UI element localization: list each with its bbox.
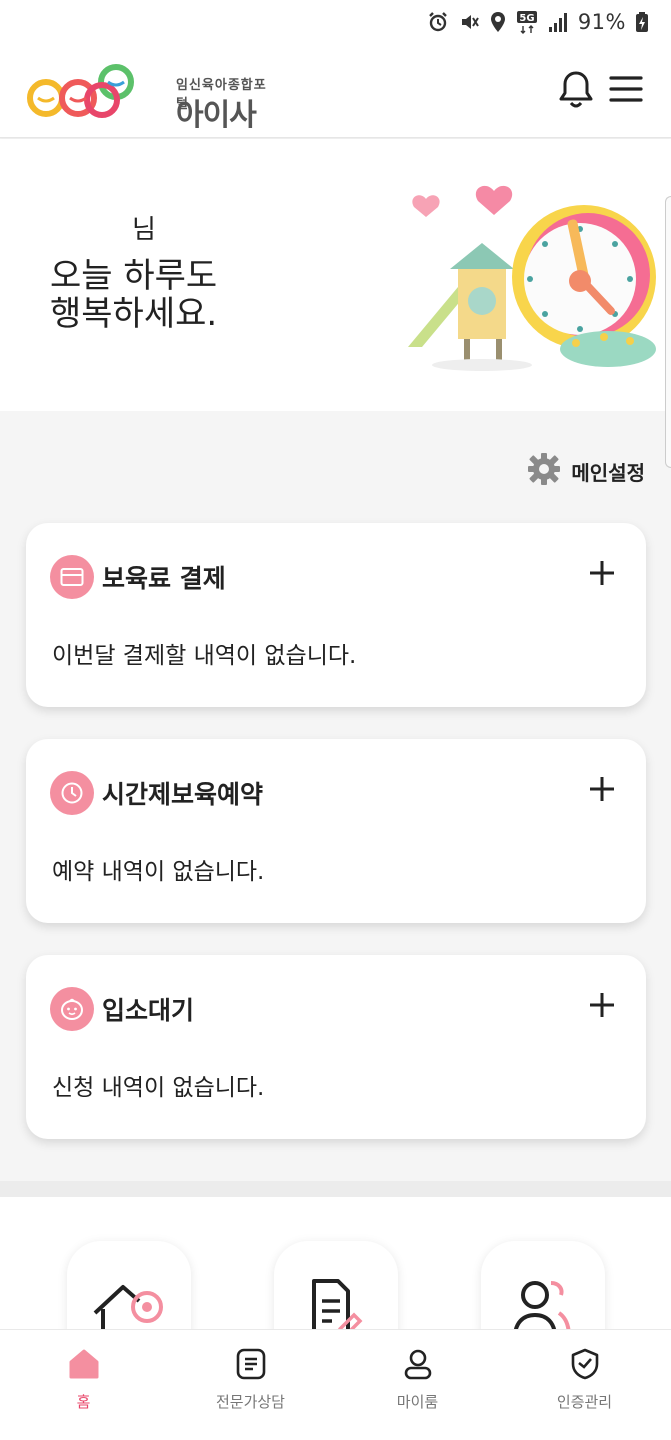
settings-label: 메인설정 xyxy=(571,460,645,485)
card-icon xyxy=(50,555,94,599)
battery-charging-icon xyxy=(635,11,649,33)
hamburger-menu-icon[interactable] xyxy=(608,74,644,104)
user-name-suffix: 님 xyxy=(132,215,156,245)
clock-icon xyxy=(50,771,94,815)
document-edit-icon xyxy=(312,1279,363,1330)
location-icon xyxy=(489,11,507,33)
people-icon xyxy=(513,1281,571,1330)
nav-my-room[interactable]: 마이룸 xyxy=(334,1330,501,1440)
card-title: 입소대기 xyxy=(102,996,195,1025)
hero-banner: 님 오늘 하루도 행복하세요. xyxy=(0,139,671,411)
alarm-icon xyxy=(427,11,449,33)
nav-certification[interactable]: 인증관리 xyxy=(501,1330,668,1440)
house-location-icon xyxy=(93,1285,163,1330)
vibrate-off-icon xyxy=(458,11,480,33)
network-5g-icon: 5G xyxy=(516,10,538,34)
home-icon xyxy=(69,1349,98,1379)
person-icon xyxy=(404,1349,431,1380)
plus-icon[interactable] xyxy=(588,991,616,1019)
quick-tile-facility-search[interactable] xyxy=(67,1241,191,1330)
status-icons: 5G 91% xyxy=(427,10,649,34)
nav-label: 홈 xyxy=(76,1393,91,1411)
card-empty-text: 예약 내역이 없습니다. xyxy=(52,859,265,885)
nav-label: 인증관리 xyxy=(556,1393,613,1411)
signal-icon xyxy=(547,11,569,33)
quick-menu-tiles xyxy=(0,1197,671,1330)
battery-percent: 91% xyxy=(577,10,626,34)
gear-icon xyxy=(527,452,561,490)
nav-expert-consult[interactable]: 전문가상담 xyxy=(167,1330,334,1440)
nav-home[interactable]: 홈 xyxy=(0,1330,167,1440)
plus-icon[interactable] xyxy=(588,775,616,803)
playground-clock-illustration xyxy=(408,185,656,371)
quick-tile-documents[interactable] xyxy=(274,1241,398,1330)
card-childcare-payment[interactable]: 보육료 결제 이번달 결제할 내역이 없습니다. xyxy=(26,523,646,707)
shield-check-icon xyxy=(571,1348,598,1380)
scroll-indicator[interactable] xyxy=(665,196,671,468)
app-logo[interactable]: 임신육아종합포털 아이사랑 xyxy=(24,60,274,177)
plus-icon[interactable] xyxy=(588,559,616,587)
section-divider xyxy=(0,1181,671,1197)
status-bar: 5G 91% xyxy=(0,0,671,52)
card-title: 시간제보육예약 xyxy=(102,780,264,809)
card-empty-text: 이번달 결제할 내역이 없습니다. xyxy=(52,643,357,669)
quick-tile-community[interactable] xyxy=(481,1241,605,1330)
baby-face-icon xyxy=(50,987,94,1031)
greeting-text: 오늘 하루도 행복하세요. xyxy=(50,256,218,334)
card-title: 보육료 결제 xyxy=(102,564,226,593)
card-admission-waiting[interactable]: 입소대기 신청 내역이 없습니다. xyxy=(26,955,646,1139)
nav-label: 전문가상담 xyxy=(215,1393,285,1411)
card-empty-text: 신청 내역이 없습니다. xyxy=(52,1075,265,1101)
nav-label: 마이룸 xyxy=(396,1393,439,1411)
app-header: 임신육아종합포털 아이사랑 xyxy=(0,52,671,177)
bottom-navigation: 홈 전문가상담 마이룸 인증관리 xyxy=(0,1329,671,1440)
card-hourly-care-reservation[interactable]: 시간제보육예약 예약 내역이 없습니다. xyxy=(26,739,646,923)
logo-rings-icon xyxy=(27,64,134,118)
main-settings-button[interactable]: 메인설정 xyxy=(527,452,645,490)
document-list-icon xyxy=(236,1348,265,1380)
network-label: 5G xyxy=(519,13,534,24)
bell-icon[interactable] xyxy=(558,70,594,110)
